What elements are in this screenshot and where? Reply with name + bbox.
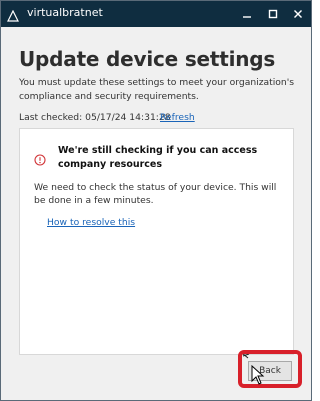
maximize-button[interactable] — [263, 4, 283, 24]
refresh-link[interactable]: Refresh — [160, 112, 195, 123]
highlight-box — [238, 350, 302, 388]
last-checked-text: Last checked: 05/17/24 14:31:28 — [19, 112, 171, 123]
title-bar[interactable]: virtualbratnet — [1, 1, 311, 27]
page-description: You must update these settings to meet y… — [19, 77, 295, 102]
how-to-resolve-link[interactable]: How to resolve this — [47, 217, 135, 228]
app-window: virtualbratnet Update device settings Yo… — [0, 0, 312, 401]
card-title: We're still checking if you can access c… — [58, 145, 258, 170]
close-button[interactable] — [288, 4, 308, 24]
window-title: virtualbratnet — [27, 6, 103, 19]
info-circle-icon — [34, 151, 46, 166]
page-title: Update device settings — [19, 47, 276, 71]
app-logo-icon — [7, 7, 19, 22]
mouse-pointer-icon — [251, 364, 265, 385]
close-icon — [294, 10, 302, 18]
main-content: Update device settings You must update t… — [2, 28, 311, 400]
minimize-button[interactable] — [237, 4, 257, 24]
minimize-icon — [243, 16, 251, 18]
card-body-text: We need to check the status of your devi… — [34, 182, 277, 206]
maximize-icon — [268, 9, 278, 19]
status-card: We're still checking if you can access c… — [19, 128, 294, 355]
